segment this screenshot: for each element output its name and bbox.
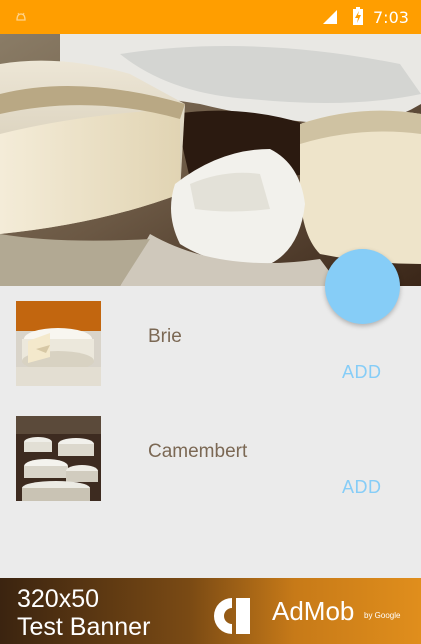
item-name: Brie (148, 326, 182, 347)
signal-icon (323, 10, 337, 24)
android-notification-icon (16, 12, 26, 21)
status-bar: 7:03 (0, 0, 421, 34)
camembert-thumbnail (16, 416, 101, 501)
brie-thumbnail (16, 301, 101, 386)
status-time: 7:03 (373, 8, 409, 27)
ad-banner[interactable]: 320x50 Test Banner AdMob by Google (0, 578, 421, 644)
admob-logo-icon (213, 598, 250, 634)
battery-charging-icon (353, 7, 363, 25)
item-name: Camembert (148, 441, 248, 462)
ad-brand: AdMob (272, 596, 355, 626)
floating-action-button[interactable] (325, 249, 400, 324)
add-button[interactable]: ADD (342, 362, 382, 383)
ad-line2: Test Banner (17, 613, 151, 641)
ad-line1: 320x50 (17, 585, 100, 613)
list-item: Camembert ADD (0, 401, 421, 516)
add-button[interactable]: ADD (342, 477, 382, 498)
ad-by-google: by Google (364, 611, 401, 620)
